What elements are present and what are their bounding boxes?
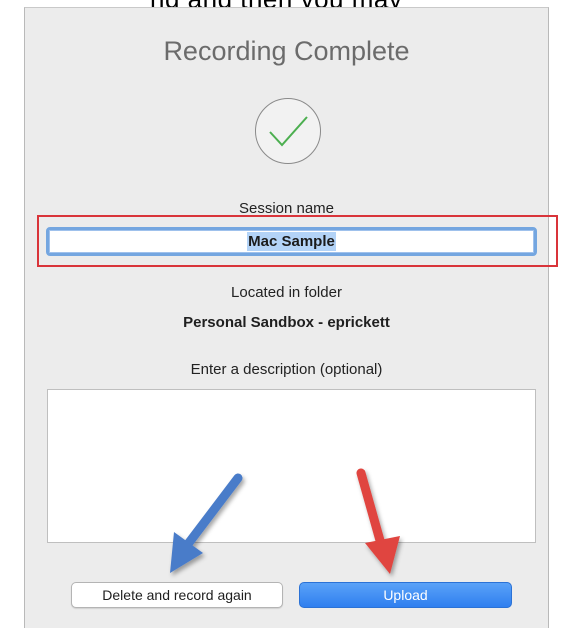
dialog-title: Recording Complete: [163, 36, 410, 66]
upload-button[interactable]: Upload: [299, 582, 512, 608]
description-textarea[interactable]: [47, 389, 536, 543]
folder-name: Personal Sandbox - eprickett: [183, 314, 390, 331]
checkmark-icon: [255, 98, 321, 164]
description-label: Enter a description (optional): [190, 361, 383, 378]
folder-label: Located in folder: [231, 284, 342, 301]
delete-and-record-again-button[interactable]: Delete and record again: [71, 582, 283, 608]
session-name-input[interactable]: Mac Sample: [46, 227, 537, 256]
session-name-value: Mac Sample: [247, 232, 336, 251]
recording-complete-dialog: Recording Complete Session name Mac Samp…: [24, 7, 558, 628]
